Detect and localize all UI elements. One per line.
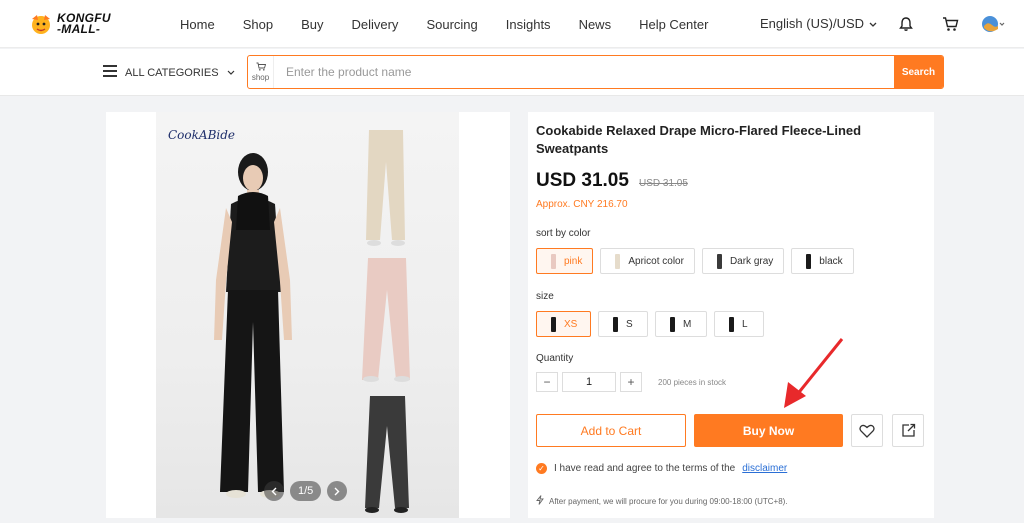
nav-sourcing[interactable]: Sourcing: [426, 17, 477, 32]
agree-checkbox[interactable]: ✓: [536, 463, 547, 474]
size-option-m[interactable]: M: [655, 311, 707, 337]
swatch-icon: [716, 253, 722, 269]
nav-shop[interactable]: Shop: [243, 17, 273, 32]
color-option-label: black: [819, 255, 843, 267]
original-price: USD 31.05: [639, 178, 688, 189]
nav-news[interactable]: News: [579, 17, 612, 32]
color-option-label: pink: [564, 255, 583, 267]
language-label: English (US)/USD: [760, 16, 865, 31]
swatch-icon: [551, 253, 556, 269]
nav-home[interactable]: Home: [180, 17, 215, 32]
color-option-black[interactable]: black: [791, 248, 854, 274]
quantity-decrease-button[interactable]: −: [536, 372, 558, 392]
search-box: shop Search: [247, 55, 944, 89]
bell-icon[interactable]: [896, 14, 916, 34]
lightning-icon: [536, 495, 544, 507]
size-option-l[interactable]: L: [714, 311, 764, 337]
chevron-down-icon: [227, 67, 235, 79]
procurement-note-text: After payment, we will procure for you d…: [549, 496, 788, 506]
size-option-label: L: [742, 318, 748, 330]
add-to-cart-button[interactable]: Add to Cart: [536, 414, 686, 447]
nav-buy[interactable]: Buy: [301, 17, 323, 32]
size-option-s[interactable]: S: [598, 311, 648, 337]
color-option-label: Dark gray: [729, 255, 774, 267]
size-options: XS S M L: [536, 311, 764, 337]
search-button[interactable]: Search: [894, 56, 943, 88]
product-title: Cookabide Relaxed Drape Micro-Flared Fle…: [536, 123, 862, 156]
main-nav: Home Shop Buy Delivery Sourcing Insights…: [180, 0, 736, 48]
quantity-increase-button[interactable]: +: [620, 372, 642, 392]
nav-delivery[interactable]: Delivery: [351, 17, 398, 32]
all-categories-menu[interactable]: ALL CATEGORIES: [103, 65, 235, 80]
product-image[interactable]: CookABide 1/5: [156, 112, 459, 518]
nav-insights[interactable]: Insights: [506, 17, 551, 32]
share-icon: [901, 423, 915, 437]
procurement-note: After payment, we will procure for you d…: [536, 495, 788, 507]
color-options: pink Apricot color Dark gray black: [536, 248, 854, 274]
share-button[interactable]: [892, 414, 924, 447]
swatch-icon: [615, 253, 621, 269]
cart-icon[interactable]: [940, 14, 960, 34]
search-input[interactable]: [274, 56, 894, 88]
prev-image-button[interactable]: [264, 481, 284, 501]
quantity-input[interactable]: 1: [562, 372, 616, 392]
heart-icon: [859, 424, 875, 438]
top-header: KONGFU -MALL- Home Shop Buy Delivery Sou…: [0, 0, 1024, 48]
size-option-xs[interactable]: XS: [536, 311, 591, 337]
size-label: size: [536, 291, 554, 302]
chevron-left-icon: [271, 487, 277, 495]
size-option-label: M: [683, 318, 692, 330]
buy-now-button[interactable]: Buy Now: [694, 414, 843, 447]
color-option-pink[interactable]: pink: [536, 248, 594, 274]
swatch-icon: [551, 316, 556, 332]
terms-agreement: ✓ I have read and agree to the terms of …: [536, 463, 787, 474]
swatch-icon: [670, 316, 675, 332]
swatch-icon: [729, 316, 734, 332]
search-bar-row: ALL CATEGORIES shop Search: [0, 49, 1024, 96]
chevron-right-icon: [334, 487, 340, 495]
image-pager: 1/5: [264, 481, 348, 501]
image-counter: 1/5: [290, 481, 322, 501]
nav-help-center[interactable]: Help Center: [639, 17, 708, 32]
hamburger-icon: [103, 65, 117, 80]
logo-text: KONGFU -MALL-: [57, 12, 111, 36]
kongfu-mall-logo[interactable]: KONGFU -MALL-: [28, 10, 118, 38]
size-option-label: XS: [564, 318, 578, 330]
product-info-panel: Cookabide Relaxed Drape Micro-Flared Fle…: [528, 112, 934, 518]
product-price: USD 31.05: [536, 170, 629, 191]
quantity-label: Quantity: [536, 353, 574, 364]
next-image-button[interactable]: [327, 481, 348, 501]
swatch-icon: [613, 316, 618, 332]
disclaimer-link[interactable]: disclaimer: [742, 463, 787, 474]
color-option-dark-gray[interactable]: Dark gray: [701, 248, 785, 274]
stock-count: 200 pieces in stock: [658, 377, 727, 387]
shop-scope-button[interactable]: shop: [248, 56, 274, 88]
avatar[interactable]: [980, 14, 1006, 34]
agree-text: I have read and agree to the terms of th…: [554, 463, 736, 474]
approx-price-cny: Approx. CNY 216.70: [536, 199, 628, 210]
logo-line-2: -MALL-: [57, 22, 101, 36]
color-option-label: Apricot color: [628, 255, 684, 267]
shop-label: shop: [251, 73, 270, 82]
color-option-apricot[interactable]: Apricot color: [600, 248, 695, 274]
size-option-label: S: [626, 318, 633, 330]
logo-mascot-icon: [28, 11, 54, 37]
model-illustration: [214, 130, 410, 513]
favorite-button[interactable]: [851, 414, 883, 447]
all-categories-label: ALL CATEGORIES: [125, 66, 219, 79]
color-label: sort by color: [536, 228, 591, 239]
language-currency-selector[interactable]: English (US)/USD: [760, 16, 877, 31]
cart-icon: [256, 62, 266, 73]
swatch-icon: [806, 253, 812, 269]
chevron-down-icon: [869, 16, 877, 31]
product-gallery: CookABide 1/5: [106, 112, 510, 518]
quantity-stepper: − 1 + 200 pieces in stock: [536, 372, 726, 392]
